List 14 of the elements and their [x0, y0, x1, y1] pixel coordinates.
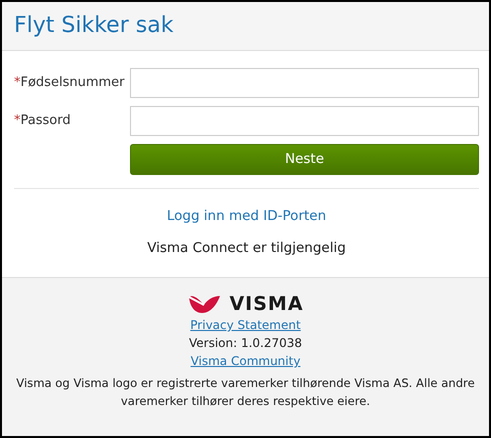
page-title: Flyt Sikker sak	[14, 12, 174, 40]
field-label: *Fødselsnummer	[14, 74, 126, 92]
connect-note: Visma Connect er tilgjengelig	[147, 240, 346, 256]
community-link[interactable]: Visma Community	[190, 354, 300, 368]
input-field[interactable]	[130, 106, 479, 136]
id-porten-link[interactable]: Logg inn med ID-Porten	[166, 208, 326, 224]
input-field[interactable]	[130, 68, 479, 98]
version-text: Version: 1.0.27038	[188, 336, 302, 350]
logo-text: VISMA	[229, 292, 304, 316]
privacy-link[interactable]: Privacy Statement	[190, 318, 301, 332]
next-button[interactable]: Neste	[130, 144, 479, 175]
logo-icon	[187, 293, 222, 315]
disclaimer-text: Visma og Visma logo er registrerte varemerker tilhørende Visma AS. Alle andre varemerker tilhører deres respektive eiere.	[16, 376, 475, 408]
field-label: *Passord	[14, 112, 72, 130]
